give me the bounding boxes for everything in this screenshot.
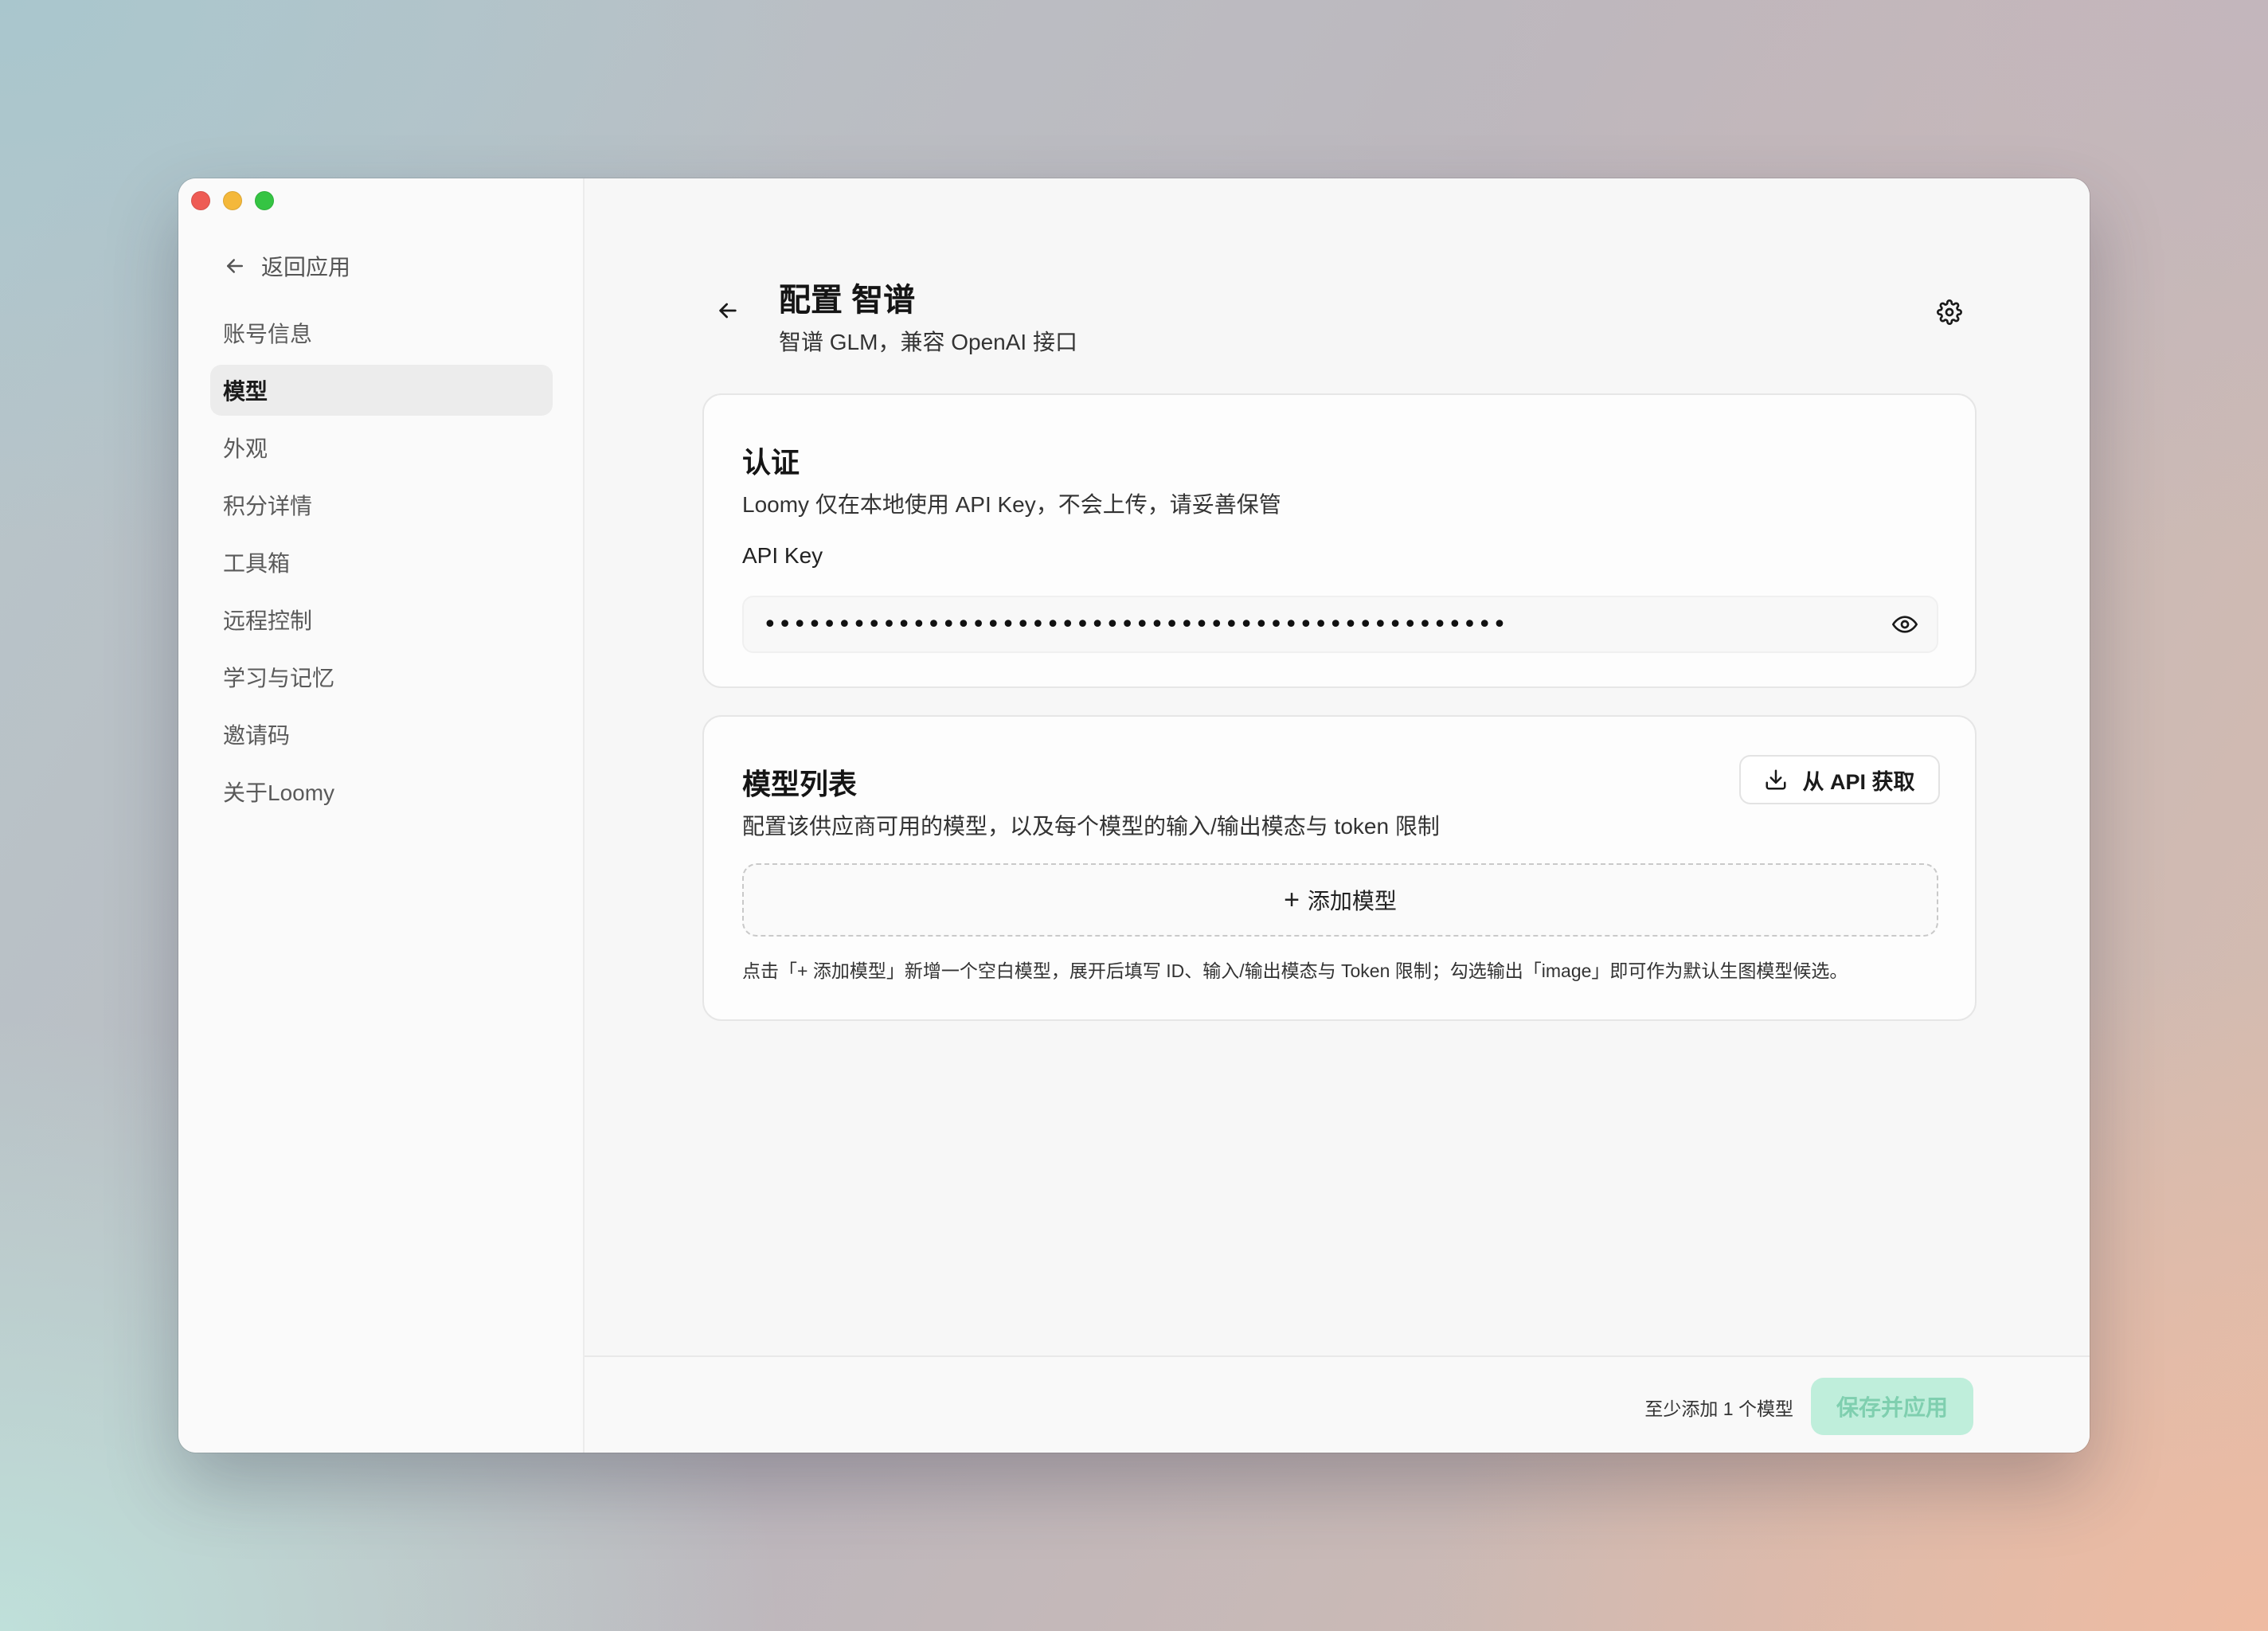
back-to-app-label: 返回应用 bbox=[261, 255, 351, 280]
sidebar-item-label: 关于Loomy bbox=[223, 780, 335, 805]
provider-config-panel: 配置 智谱 智谱 GLM，兼容 OpenAI 接口 认证 Loomy 仅在本地使… bbox=[585, 178, 2090, 1453]
plus-icon: + bbox=[1284, 885, 1300, 915]
api-key-label: API Key bbox=[742, 543, 823, 568]
fetch-from-api-button[interactable]: 从 API 获取 bbox=[1739, 755, 1940, 804]
sidebar-item-label: 模型 bbox=[223, 379, 268, 404]
footer-bar: 至少添加 1 个模型 保存并应用 bbox=[585, 1355, 2090, 1453]
add-model-button[interactable]: + 添加模型 bbox=[742, 863, 1938, 937]
page-subtitle: 智谱 GLM，兼容 OpenAI 接口 bbox=[779, 330, 1077, 354]
window-controls bbox=[191, 191, 274, 210]
api-key-input[interactable]: ••••••••••••••••••••••••••••••••••••••••… bbox=[742, 596, 1938, 653]
page-title: 配置 智谱 bbox=[779, 283, 916, 318]
auth-card: 认证 Loomy 仅在本地使用 API Key，不会上传，请妥善保管 API K… bbox=[702, 393, 1977, 688]
model-list-title: 模型列表 bbox=[742, 768, 858, 800]
fetch-from-api-label: 从 API 获取 bbox=[1802, 769, 1915, 794]
sidebar-item-label: 账号信息 bbox=[223, 322, 313, 346]
arrow-left-icon bbox=[227, 259, 243, 273]
settings-sidebar: 返回应用 账号信息 模型 外观 积分详情 工具箱 远程控制 学习与记忆 邀请码 … bbox=[178, 178, 585, 1453]
sidebar-item-credits[interactable]: 积分详情 bbox=[210, 479, 553, 530]
download-icon bbox=[1766, 769, 1786, 790]
sidebar-item-label: 外观 bbox=[223, 436, 268, 461]
app-window: 返回应用 账号信息 模型 外观 积分详情 工具箱 远程控制 学习与记忆 邀请码 … bbox=[178, 178, 2090, 1453]
sidebar-item-label: 工具箱 bbox=[223, 551, 291, 576]
auth-title: 认证 bbox=[742, 446, 800, 479]
model-list-description: 配置该供应商可用的模型，以及每个模型的输入/输出模态与 token 限制 bbox=[742, 814, 1440, 839]
sidebar-item-appearance[interactable]: 外观 bbox=[210, 422, 553, 473]
add-model-label: 添加模型 bbox=[1307, 889, 1397, 913]
sidebar-item-account[interactable]: 账号信息 bbox=[210, 307, 553, 358]
sidebar-item-invite-code[interactable]: 邀请码 bbox=[210, 709, 553, 760]
back-to-app-button[interactable]: 返回应用 bbox=[223, 250, 350, 282]
model-list-card: 模型列表 配置该供应商可用的模型，以及每个模型的输入/输出模态与 token 限… bbox=[702, 715, 1977, 1021]
footer-hint: 至少添加 1 个模型 bbox=[1644, 1398, 1793, 1419]
sidebar-item-models[interactable]: 模型 bbox=[210, 365, 553, 416]
auth-description: Loomy 仅在本地使用 API Key，不会上传，请妥善保管 bbox=[742, 492, 1281, 517]
eye-icon[interactable] bbox=[1892, 612, 1918, 637]
settings-nav: 账号信息 模型 外观 积分详情 工具箱 远程控制 学习与记忆 邀请码 关于Loo… bbox=[210, 307, 553, 823]
sidebar-item-label: 远程控制 bbox=[223, 608, 313, 633]
sidebar-item-label: 积分详情 bbox=[223, 494, 313, 518]
api-key-masked-value: ••••••••••••••••••••••••••••••••••••••••… bbox=[763, 610, 1507, 639]
sidebar-item-toolbox[interactable]: 工具箱 bbox=[210, 537, 553, 588]
sidebar-item-label: 邀请码 bbox=[223, 723, 291, 748]
sidebar-item-label: 学习与记忆 bbox=[223, 666, 335, 690]
gear-icon[interactable] bbox=[1937, 299, 1962, 325]
sidebar-item-remote-control[interactable]: 远程控制 bbox=[210, 594, 553, 645]
close-window-button[interactable] bbox=[191, 191, 210, 210]
sidebar-item-learning-memory[interactable]: 学习与记忆 bbox=[210, 651, 553, 702]
sidebar-item-about[interactable]: 关于Loomy bbox=[210, 766, 553, 817]
minimize-window-button[interactable] bbox=[223, 191, 242, 210]
zoom-window-button[interactable] bbox=[255, 191, 274, 210]
arrow-left-icon[interactable] bbox=[715, 298, 741, 323]
save-and-apply-button[interactable]: 保存并应用 bbox=[1811, 1378, 1973, 1435]
model-list-hint: 点击「+ 添加模型」新增一个空白模型，展开后填写 ID、输入/输出模态与 Tok… bbox=[742, 960, 1848, 981]
